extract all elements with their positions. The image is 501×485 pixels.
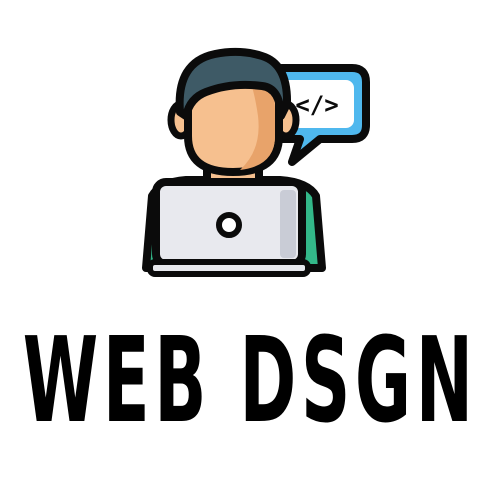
web-dsgn-logo: </> WEB DSGN bbox=[0, 0, 501, 485]
wordmark-text: WEB DSGN bbox=[23, 311, 478, 449]
wordmark: WEB DSGN bbox=[0, 300, 501, 460]
developer-at-laptop-icon: </> bbox=[142, 47, 370, 277]
code-symbol: </> bbox=[295, 91, 338, 119]
